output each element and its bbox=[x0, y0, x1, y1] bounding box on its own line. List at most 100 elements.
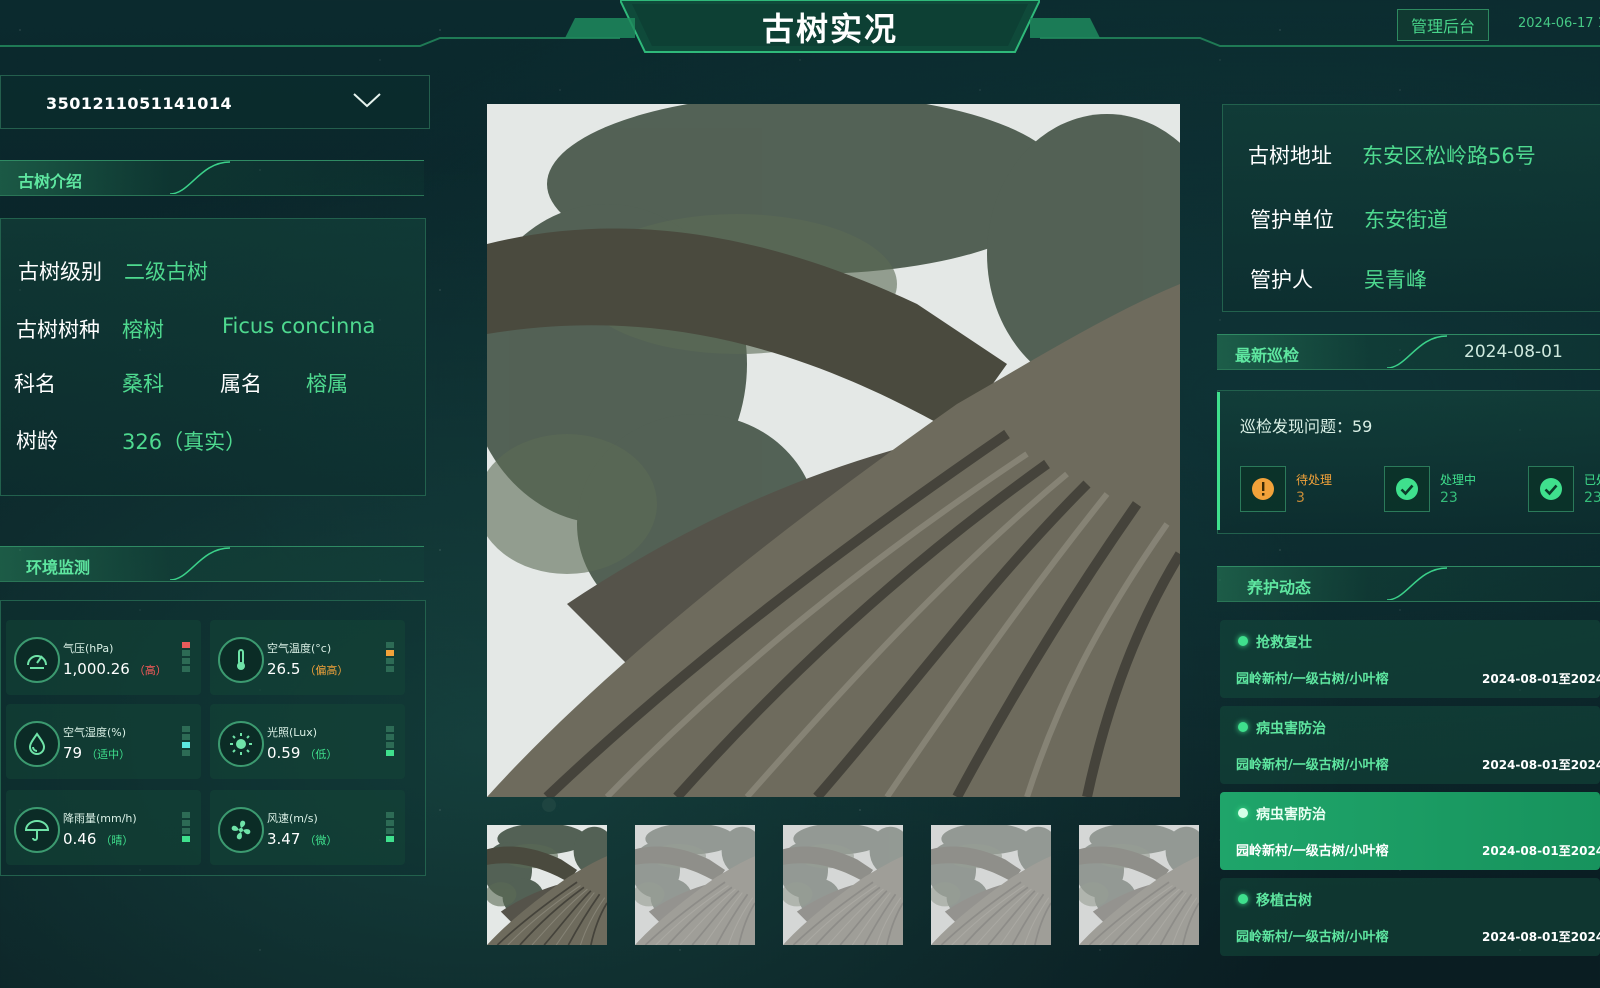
warning-icon bbox=[1240, 466, 1286, 512]
grade-value: 二级古树 bbox=[124, 260, 208, 284]
header-divider-shape bbox=[1387, 335, 1447, 368]
care-title: 移植古树 bbox=[1256, 893, 1312, 909]
check-circle-icon bbox=[1384, 466, 1430, 512]
env-value: 3.47 bbox=[267, 830, 301, 848]
thumbnail-image bbox=[1079, 825, 1199, 945]
header-divider-shape bbox=[170, 547, 230, 580]
env-label: 风速(m/s) bbox=[267, 812, 318, 825]
intro-heading: 古树介绍 bbox=[18, 172, 83, 191]
species-value: 榕树 bbox=[122, 318, 164, 342]
care-date: 2024-08-01至2024- bbox=[1482, 844, 1600, 858]
level-bar bbox=[386, 828, 394, 834]
care-date: 2024-08-01至2024- bbox=[1482, 758, 1600, 772]
level-bar bbox=[182, 734, 190, 740]
photo-thumbnail[interactable] bbox=[783, 825, 903, 945]
level-bar bbox=[386, 726, 394, 732]
bullet-icon bbox=[1238, 636, 1248, 646]
env-status: （高） bbox=[133, 664, 167, 677]
check-circle-icon bbox=[1528, 466, 1574, 512]
photo-thumbnail[interactable] bbox=[635, 825, 755, 945]
env-card: 空气湿度(%) 79 （适中） bbox=[6, 704, 201, 779]
umbrella-icon bbox=[14, 807, 60, 853]
env-value: 79 bbox=[63, 744, 83, 762]
env-value-row: 79 （适中） bbox=[63, 744, 130, 762]
status-count: 23 bbox=[1584, 490, 1600, 506]
photo-thumbnail[interactable] bbox=[1079, 825, 1199, 945]
env-status: （低） bbox=[304, 748, 338, 761]
care-place: 园岭新村/一级古树/小叶榕 bbox=[1236, 672, 1389, 687]
photo-thumbnail[interactable] bbox=[487, 825, 607, 945]
header-date: 2024-06-17 1 bbox=[1518, 16, 1600, 31]
gallery-pagination-dot[interactable] bbox=[542, 798, 556, 812]
address-value: 东安区松岭路56号 bbox=[1362, 144, 1536, 168]
photo-thumbnail[interactable] bbox=[931, 825, 1051, 945]
env-status: （适中） bbox=[86, 748, 131, 761]
env-value: 0.59 bbox=[267, 744, 301, 762]
status-count: 23 bbox=[1440, 490, 1458, 506]
sun-icon bbox=[218, 721, 264, 767]
level-bars bbox=[386, 642, 394, 674]
care-item[interactable]: 抢救复壮 园岭新村/一级古树/小叶榕 2024-08-01至2024- bbox=[1220, 620, 1600, 698]
level-bar bbox=[386, 658, 394, 664]
family-value: 桑科 bbox=[122, 372, 164, 396]
env-label: 气压(hPa) bbox=[63, 642, 114, 655]
env-value-row: 3.47 （微） bbox=[267, 830, 337, 848]
level-bars bbox=[386, 812, 394, 844]
env-label: 光照(Lux) bbox=[267, 726, 317, 739]
level-bar bbox=[182, 820, 190, 826]
chevron-down-icon[interactable] bbox=[352, 90, 382, 110]
species-latin: Ficus concinna bbox=[222, 314, 376, 338]
thumbnail-image bbox=[635, 825, 755, 945]
level-bar bbox=[386, 812, 394, 818]
age-label: 树龄 bbox=[16, 429, 58, 453]
level-bar bbox=[386, 642, 394, 648]
humidity-icon bbox=[14, 721, 60, 767]
thumbnail-image bbox=[931, 825, 1051, 945]
env-value-row: 1,000.26 （高） bbox=[63, 660, 167, 678]
header-divider-shape bbox=[170, 161, 230, 194]
care-heading: 养护动态 bbox=[1247, 578, 1312, 597]
level-bar bbox=[386, 650, 394, 656]
person-label: 管护人 bbox=[1250, 268, 1313, 292]
species-label: 古树树种 bbox=[16, 318, 100, 342]
level-bar bbox=[182, 812, 190, 818]
gauge-icon bbox=[14, 637, 60, 683]
page-title: 古树实况 bbox=[761, 10, 898, 48]
env-label: 空气湿度(%) bbox=[63, 726, 127, 739]
level-bar bbox=[386, 836, 394, 842]
env-value: 0.46 bbox=[63, 830, 97, 848]
inspection-panel bbox=[1217, 390, 1600, 534]
level-bar bbox=[386, 750, 394, 756]
care-title: 病虫害防治 bbox=[1256, 721, 1326, 737]
level-bars bbox=[182, 726, 190, 758]
title-wing-right bbox=[1030, 18, 1100, 38]
family-label: 科名 bbox=[14, 372, 56, 396]
bullet-icon bbox=[1238, 722, 1248, 732]
level-bar bbox=[182, 666, 190, 672]
care-item[interactable]: 移植古树 园岭新村/一级古树/小叶榕 2024-08-01至2024- bbox=[1220, 878, 1600, 956]
level-bar bbox=[182, 650, 190, 656]
level-bar bbox=[182, 750, 190, 756]
env-value: 26.5 bbox=[267, 660, 301, 678]
level-bars bbox=[386, 726, 394, 758]
level-bar bbox=[386, 820, 394, 826]
tree-id-value: 3501211051141014 bbox=[46, 94, 233, 113]
fan-icon bbox=[218, 807, 264, 853]
env-label: 空气温度(°c) bbox=[267, 642, 332, 655]
env-card: 光照(Lux) 0.59 （低） bbox=[210, 704, 405, 779]
address-label: 古树地址 bbox=[1248, 144, 1332, 168]
header-divider-shape bbox=[1387, 567, 1447, 600]
level-bars bbox=[182, 642, 190, 674]
level-bars bbox=[182, 812, 190, 844]
env-status: （微） bbox=[304, 834, 338, 847]
env-label: 降雨量(mm/h) bbox=[63, 812, 137, 825]
env-status: （晴） bbox=[100, 834, 134, 847]
thumbnail-image bbox=[487, 825, 607, 945]
care-item[interactable]: 病虫害防治 园岭新村/一级古树/小叶榕 2024-08-01至2024- bbox=[1220, 792, 1600, 870]
age-value: 326（真实） bbox=[122, 430, 247, 454]
genus-label: 属名 bbox=[220, 372, 262, 396]
env-value: 1,000.26 bbox=[63, 660, 130, 678]
env-card: 空气温度(°c) 26.5 （偏高） bbox=[210, 620, 405, 695]
admin-button[interactable]: 管理后台 bbox=[1397, 9, 1489, 41]
care-item[interactable]: 病虫害防治 园岭新村/一级古树/小叶榕 2024-08-01至2024- bbox=[1220, 706, 1600, 784]
